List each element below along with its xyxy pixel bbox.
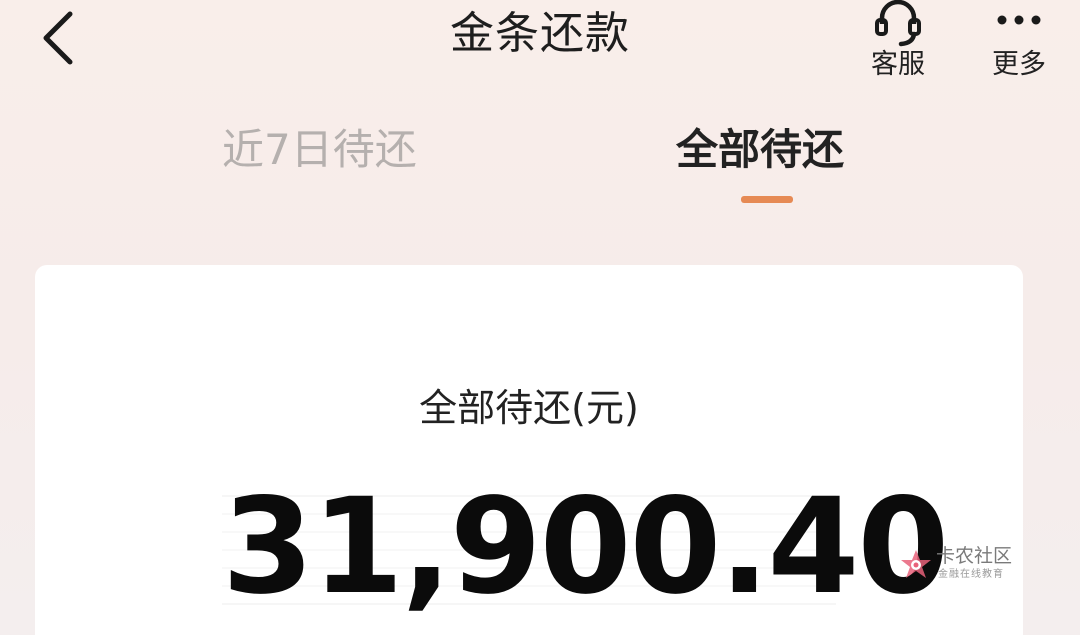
total-due-amount: 31,900.40 (222, 470, 949, 624)
back-button[interactable] (28, 6, 92, 70)
total-due-label: 全部待还(元) (419, 386, 639, 430)
customer-service-button[interactable]: 客服 (853, 0, 943, 80)
chevron-left-icon (43, 11, 73, 65)
tab-all-due[interactable]: 全部待还 (676, 115, 844, 185)
tab-bar: 近7日待还 全部待还 (0, 115, 1080, 215)
more-button[interactable]: 更多 (974, 0, 1064, 80)
tab-recent-7-days[interactable]: 近7日待还 (222, 115, 417, 185)
more-label: 更多 (992, 49, 1046, 80)
customer-service-label: 客服 (871, 49, 925, 80)
total-due-card: 全部待还(元) 31,900.40 (35, 265, 1023, 635)
active-tab-indicator (741, 196, 793, 203)
headset-icon (875, 0, 921, 47)
total-due-amount-area: 31,900.40 (222, 472, 949, 622)
ellipsis-icon (997, 15, 1041, 25)
top-bar: 金条还款 客服 更多 (0, 0, 1080, 95)
